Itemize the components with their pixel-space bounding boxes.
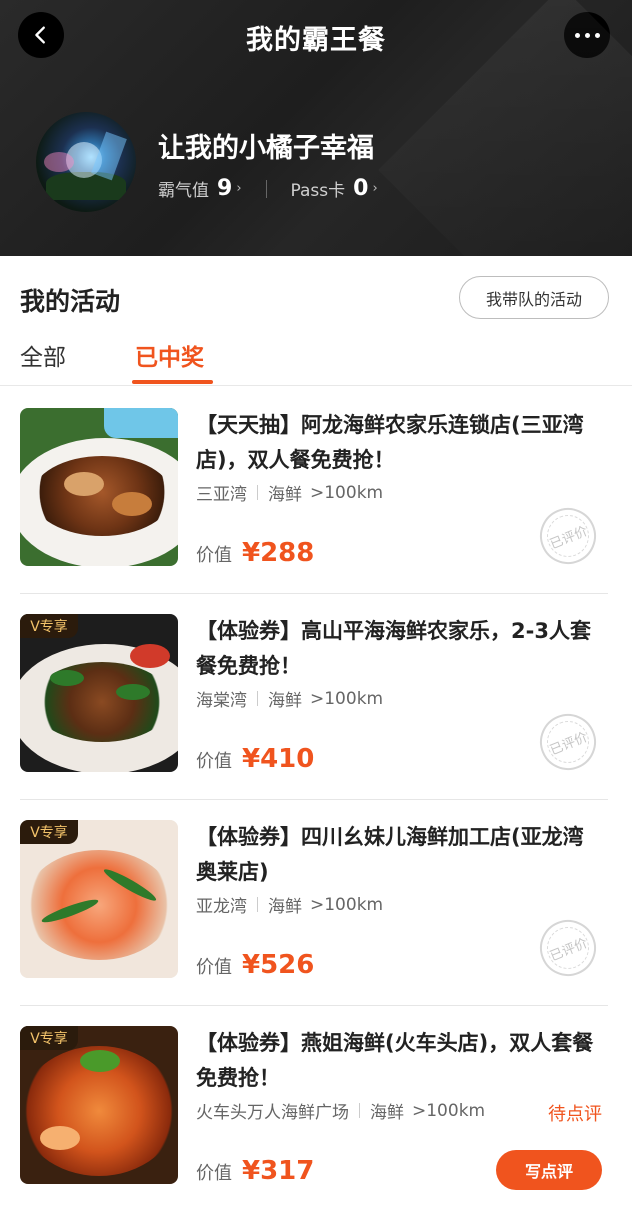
activity-tabs: 全部 已中奖 xyxy=(0,334,632,386)
item-meta: 三亚湾 海鲜 >100km xyxy=(196,480,384,506)
user-name: 让我的小橘子幸福 xyxy=(158,133,374,164)
tab-won[interactable]: 已中奖 xyxy=(135,338,204,372)
profile-header: 我的霸王餐 让我的小橘子幸福 霸气值 9 › Pass卡 0 › xyxy=(0,0,632,256)
avatar[interactable] xyxy=(36,112,136,212)
more-button[interactable] xyxy=(564,12,610,58)
vip-tag: V专享 xyxy=(20,820,78,844)
stat-bawangzhi-value: 9 xyxy=(217,176,233,201)
reviewed-stamp-icon: 已评价 xyxy=(531,705,605,779)
item-price: 价值 ¥317 xyxy=(196,1156,314,1186)
price-label: 价值 xyxy=(196,1163,232,1184)
stat-bawangzhi-label: 霸气值 xyxy=(158,181,209,201)
price-label: 价值 xyxy=(196,545,232,566)
dish-image: V专享 xyxy=(20,614,178,772)
price-label: 价值 xyxy=(196,751,232,772)
dish-image: V专享 xyxy=(20,1026,178,1184)
list-item[interactable]: 【天天抽】阿龙海鲜农家乐连锁店(三亚湾店)，双人餐免费抢！ 三亚湾 海鲜 >10… xyxy=(0,388,632,594)
price-value: ¥288 xyxy=(242,538,315,568)
item-price: 价值 ¥288 xyxy=(196,538,314,568)
stat-bawangzhi[interactable]: 霸气值 9 › xyxy=(158,176,242,201)
item-distance: >100km xyxy=(310,482,384,503)
item-area: 火车头万人海鲜广场 xyxy=(196,1103,349,1123)
item-title: 【体验券】高山平海海鲜农家乐，2-3人套餐免费抢！ xyxy=(196,619,591,678)
item-price: 价值 ¥526 xyxy=(196,950,314,980)
dish-image xyxy=(20,408,178,566)
reviewed-stamp-icon: 已评价 xyxy=(531,499,605,573)
item-distance: >100km xyxy=(310,894,384,915)
dish-image: V专享 xyxy=(20,820,178,978)
item-area: 亚龙湾 xyxy=(196,897,247,917)
list-item[interactable]: V专享 【体验券】高山平海海鲜农家乐，2-3人套餐免费抢！ 海棠湾 海鲜 >10… xyxy=(0,594,632,800)
price-label: 价值 xyxy=(196,957,232,978)
divider xyxy=(265,179,267,198)
item-title: 【天天抽】阿龙海鲜农家乐连锁店(三亚湾店)，双人餐免费抢！ xyxy=(196,413,584,472)
item-area: 海棠湾 xyxy=(196,691,247,711)
item-category: 海鲜 xyxy=(370,1103,404,1123)
list-item[interactable]: V专享 【体验券】燕姐海鲜(火车头店)，双人套餐免费抢！ 火车头万人海鲜广场 海… xyxy=(0,1006,632,1212)
item-area: 三亚湾 xyxy=(196,485,247,505)
item-meta: 火车头万人海鲜广场 海鲜 >100km xyxy=(196,1098,486,1124)
stat-pass-card[interactable]: Pass卡 0 › xyxy=(291,176,378,201)
section-title: 我的活动 xyxy=(20,287,121,316)
item-distance: >100km xyxy=(310,688,384,709)
item-meta: 亚龙湾 海鲜 >100km xyxy=(196,892,384,918)
vip-tag: V专享 xyxy=(20,1026,78,1050)
user-stats: 霸气值 9 › Pass卡 0 › xyxy=(158,176,378,201)
price-value: ¥317 xyxy=(242,1156,315,1186)
team-activities-button[interactable]: 我带队的活动 xyxy=(459,276,609,319)
chevron-right-icon: › xyxy=(372,181,378,196)
item-category: 海鲜 xyxy=(268,691,302,711)
item-meta: 海棠湾 海鲜 >100km xyxy=(196,686,384,712)
page-title: 我的霸王餐 xyxy=(246,25,386,56)
reviewed-stamp-icon: 已评价 xyxy=(531,911,605,985)
activities-section: 我的活动 我带队的活动 全部 已中奖 【天天抽】阿龙海鲜农家乐连锁店(三亚湾店)… xyxy=(0,256,632,1222)
active-tab-indicator xyxy=(132,380,213,384)
chevron-right-icon: › xyxy=(236,181,242,196)
price-value: ¥526 xyxy=(242,950,315,980)
stat-pass-card-value: 0 xyxy=(353,176,369,201)
item-category: 海鲜 xyxy=(268,897,302,917)
stat-pass-card-label: Pass卡 xyxy=(290,181,346,201)
item-title: 【体验券】燕姐海鲜(火车头店)，双人套餐免费抢！ xyxy=(196,1031,594,1090)
write-review-button[interactable]: 写点评 xyxy=(496,1150,602,1190)
vip-tag: V专享 xyxy=(20,614,78,638)
item-title: 【体验券】四川幺妹儿海鲜加工店(亚龙湾奥莱店) xyxy=(196,825,584,884)
price-value: ¥410 xyxy=(242,744,315,774)
item-category: 海鲜 xyxy=(268,485,302,505)
item-price: 价值 ¥410 xyxy=(196,744,314,774)
item-distance: >100km xyxy=(412,1100,486,1121)
pending-review-status: 待点评 xyxy=(548,1104,602,1125)
tab-all[interactable]: 全部 xyxy=(20,338,66,372)
more-dots-icon xyxy=(574,32,580,38)
list-item[interactable]: V专享 【体验券】四川幺妹儿海鲜加工店(亚龙湾奥莱店) 亚龙湾 海鲜 >100k… xyxy=(0,800,632,1006)
